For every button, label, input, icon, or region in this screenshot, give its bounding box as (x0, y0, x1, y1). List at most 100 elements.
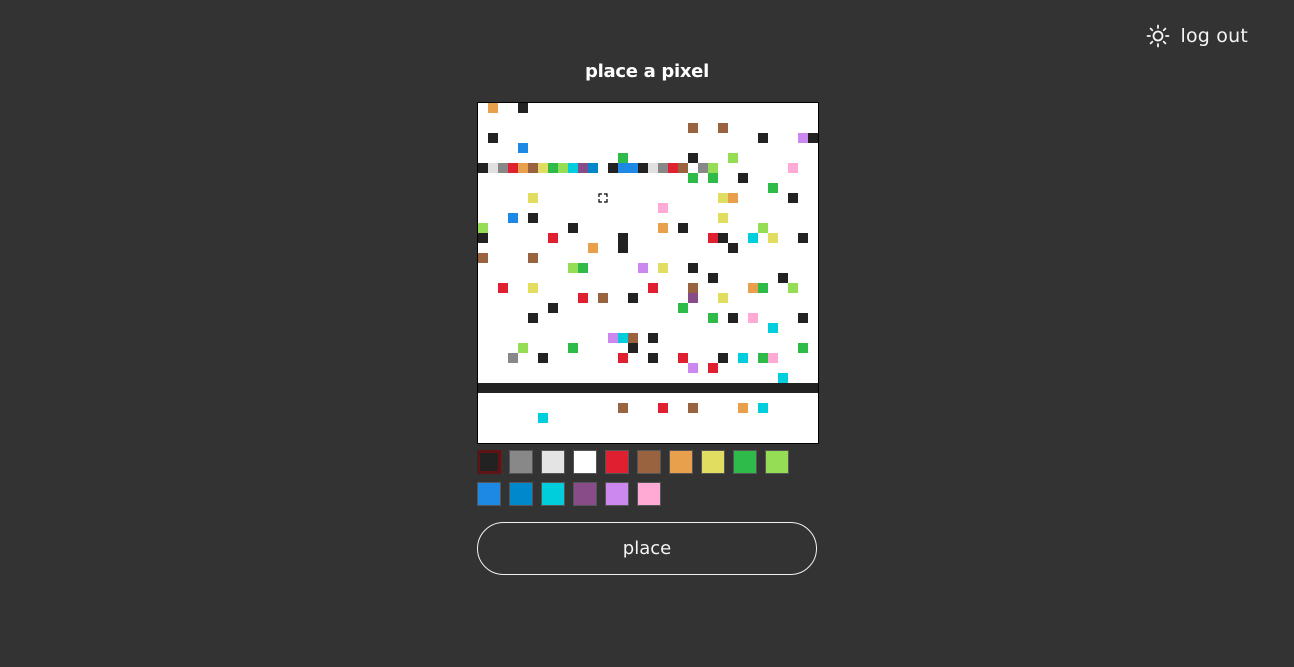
pixel (768, 353, 778, 363)
pixel (688, 283, 698, 293)
pixel (638, 263, 648, 273)
pixel (528, 213, 538, 223)
pixel (628, 163, 638, 173)
pixel (618, 403, 628, 413)
pixel (528, 193, 538, 203)
pixel (708, 163, 718, 173)
palette-swatch[interactable] (509, 450, 533, 474)
pixel (568, 163, 578, 173)
pixel (658, 223, 668, 233)
pixel (678, 303, 688, 313)
pixel-canvas[interactable] (477, 102, 819, 444)
pixel (498, 283, 508, 293)
pixel (618, 333, 628, 343)
pixel (628, 343, 638, 353)
pixel (638, 163, 648, 173)
pixel (648, 163, 658, 173)
pixel (608, 333, 618, 343)
pixel (718, 353, 728, 363)
pixel (728, 243, 738, 253)
pixel (798, 343, 808, 353)
pixel (778, 373, 788, 383)
palette-swatch[interactable] (541, 450, 565, 474)
pixel (708, 363, 718, 373)
palette-swatch[interactable] (733, 450, 757, 474)
pixel (568, 223, 578, 233)
pixel (708, 233, 718, 243)
pixel (648, 353, 658, 363)
pixel (718, 293, 728, 303)
palette-swatch[interactable] (701, 450, 725, 474)
pixel (798, 133, 808, 143)
place-button[interactable]: place (477, 522, 817, 575)
palette-swatch[interactable] (669, 450, 693, 474)
pixel (578, 263, 588, 273)
palette-swatch[interactable] (765, 450, 789, 474)
pixel (698, 163, 708, 173)
pixel (728, 193, 738, 203)
palette-swatch[interactable] (573, 450, 597, 474)
pixel (598, 293, 608, 303)
pixel (518, 103, 528, 113)
pixel (548, 233, 558, 243)
palette-swatch[interactable] (605, 482, 629, 506)
palette-swatch[interactable] (637, 482, 661, 506)
pixel (518, 163, 528, 173)
pixel (618, 353, 628, 363)
pixel (738, 353, 748, 363)
pixel (758, 403, 768, 413)
pixel (568, 343, 578, 353)
pixel (708, 273, 718, 283)
pixel (648, 283, 658, 293)
pixel (708, 313, 718, 323)
pixel (658, 263, 668, 273)
pixel (588, 243, 598, 253)
palette-swatch[interactable] (637, 450, 661, 474)
pixel (488, 163, 498, 173)
sun-icon[interactable] (1146, 24, 1170, 48)
pixel (518, 143, 528, 153)
pixel (658, 203, 668, 213)
pixel (548, 303, 558, 313)
pixel (658, 163, 668, 173)
pixel (788, 193, 798, 203)
pixel (488, 103, 498, 113)
palette-swatch[interactable] (541, 482, 565, 506)
pixel (678, 163, 688, 173)
pixel (748, 283, 758, 293)
pixel (738, 403, 748, 413)
pixel (578, 163, 588, 173)
pixel (618, 233, 628, 243)
pixel (658, 403, 668, 413)
pixel (778, 273, 788, 283)
pixel (538, 163, 548, 173)
pixel (538, 413, 548, 423)
pixel (758, 133, 768, 143)
pixel-canvas-grid[interactable] (478, 103, 818, 443)
pixel (708, 173, 718, 183)
pixel (678, 353, 688, 363)
pixel (528, 283, 538, 293)
filled-pixel-row (478, 383, 818, 393)
pixel (798, 313, 808, 323)
pixel (798, 233, 808, 243)
pixel (688, 293, 698, 303)
pixel (718, 233, 728, 243)
palette-swatch[interactable] (477, 482, 501, 506)
palette-swatch[interactable] (509, 482, 533, 506)
logout-link[interactable]: log out (1180, 25, 1248, 47)
pixel (758, 223, 768, 233)
palette-swatch[interactable] (573, 482, 597, 506)
palette-swatch[interactable] (605, 450, 629, 474)
pixel (618, 153, 628, 163)
pixel (758, 283, 768, 293)
pixel (688, 263, 698, 273)
palette-swatch[interactable] (477, 450, 501, 474)
pixel (628, 293, 638, 303)
pixel (558, 163, 568, 173)
pixel (788, 283, 798, 293)
pixel (478, 163, 488, 173)
pixel (648, 333, 658, 343)
pixel (528, 253, 538, 263)
color-palette (477, 450, 819, 506)
